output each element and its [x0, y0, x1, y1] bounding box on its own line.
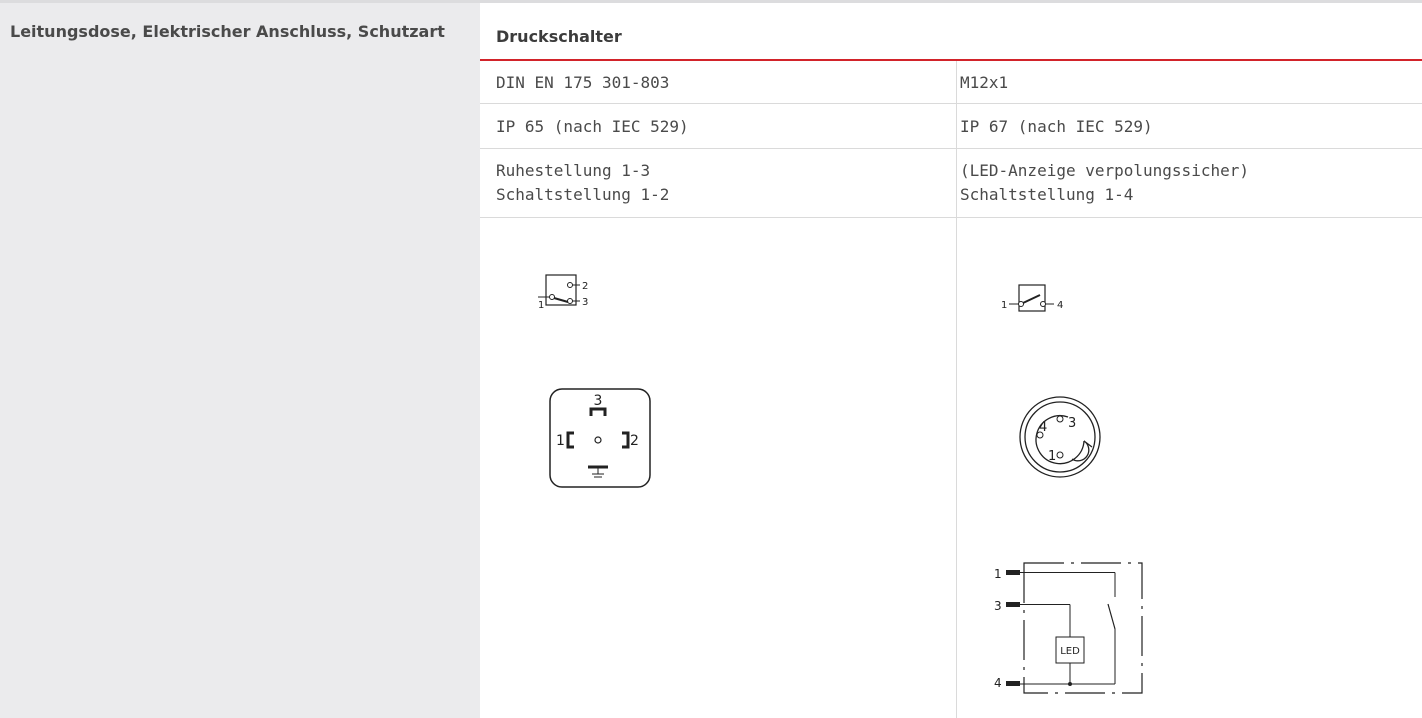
din-connector-diagram: 3 1 2: [549, 388, 651, 488]
table-cell: (LED-Anzeige verpolungssicher) Schaltste…: [960, 159, 1249, 207]
changeover-switch-diagram: 1 2 3: [538, 274, 588, 311]
pin-label: 3: [994, 599, 1002, 613]
row-divider: [480, 148, 1422, 149]
pin-label: 4: [1039, 420, 1047, 435]
pin-label: 3: [594, 393, 603, 409]
table-cell: IP 65 (nach IEC 529): [496, 117, 689, 136]
pin-label: 1: [1001, 300, 1007, 311]
column-divider: [956, 61, 957, 718]
row-divider: [480, 217, 1422, 218]
table-header: Druckschalter: [496, 27, 622, 46]
table-cell: DIN EN 175 301-803: [496, 73, 670, 92]
pin-label: 3: [582, 297, 588, 308]
table-cell: M12x1: [960, 73, 1009, 92]
pin-label: 2: [582, 281, 588, 292]
table-cell: Ruhestellung 1-3 Schaltstellung 1-2: [496, 159, 669, 207]
header-divider: [480, 59, 1422, 61]
row-divider: [480, 103, 1422, 104]
pin-label: 1: [994, 567, 1002, 581]
cell-line: Schaltstellung 1-2: [496, 185, 670, 204]
led-circuit-diagram: 1 3 LED 4: [994, 562, 1143, 694]
row-label-cell: Leitungsdose, Elektrischer Anschluss, Sc…: [0, 3, 480, 718]
cell-line: Schaltstellung 1-4: [960, 185, 1134, 204]
pin-label: 1: [1048, 449, 1056, 464]
pin-label: 3: [1068, 416, 1076, 431]
normally-open-switch-diagram: 1 4: [1001, 284, 1063, 312]
pin-label: 4: [994, 676, 1002, 690]
row-label: Leitungsdose, Elektrischer Anschluss, Sc…: [10, 22, 445, 41]
pin-label: 1: [556, 433, 565, 449]
table-cell: IP 67 (nach IEC 529): [960, 117, 1153, 136]
spec-table: Druckschalter DIN EN 175 301-803 M12x1 I…: [480, 3, 1422, 718]
led-label: LED: [1060, 646, 1080, 657]
m12-connector-diagram: 3 4 1: [1019, 396, 1101, 478]
pin-label: 2: [630, 433, 639, 449]
pin-label: 4: [1057, 300, 1063, 311]
cell-line: (LED-Anzeige verpolungssicher): [960, 161, 1249, 180]
pin-label: 1: [538, 300, 544, 311]
cell-line: Ruhestellung 1-3: [496, 161, 651, 180]
